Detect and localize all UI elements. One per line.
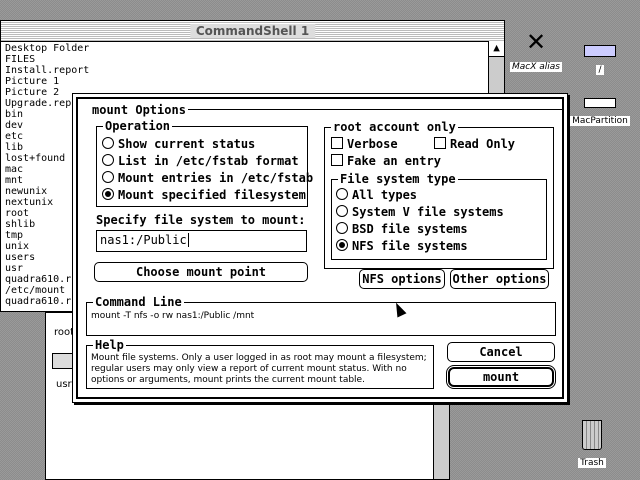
radio-system-v[interactable] [336,205,348,217]
choose-mount-point-button[interactable]: Choose mount point [94,262,308,282]
root-volume-label: / [596,65,604,75]
fake-entry-label: Fake an entry [347,154,441,168]
command-line-title: Command Line [93,295,184,309]
disk-icon [584,45,616,57]
option-label: List in /etc/fstab format [118,154,299,168]
mount-button[interactable]: mount [448,367,554,387]
finder-item-usr[interactable]: usr [56,379,72,390]
operation-option-show-status[interactable]: Show current status [102,137,255,151]
macx-icon: ✕ [525,28,547,56]
specify-filesystem-label: Specify file system to mount: [96,213,306,227]
nfs-options-button[interactable]: NFS options [359,269,445,289]
trash-label: Trash [578,458,606,468]
shell-line: FILES [5,54,36,65]
read-only-label: Read Only [450,137,516,151]
text-cursor [187,233,189,247]
radio-bsd[interactable] [336,222,348,234]
fs-type-sysv[interactable]: System V file systems [336,205,504,219]
radio-list-fstab[interactable] [102,154,114,166]
read-only-checkbox-row[interactable]: Read Only [434,137,515,151]
desktop-icon-macpartition[interactable]: MacPartition [566,98,634,127]
other-options-button[interactable]: Other options [450,269,549,289]
option-label: Show current status [118,137,256,151]
read-only-checkbox[interactable] [434,137,446,149]
radio-all-types[interactable] [336,188,348,200]
radio-mount-entries[interactable] [102,171,114,183]
option-label: Mount specified filesystem [118,188,306,202]
fs-type-title: File system type [338,172,458,186]
shell-line: Desktop Folder [5,43,90,54]
desktop-icon-macx-alias[interactable]: ✕ MacX alias [508,30,564,73]
operation-title: Operation [103,119,173,133]
desktop-icon-trash[interactable]: Trash [574,420,610,469]
macx-alias-label: MacX alias [510,62,562,72]
usr-folder-icon[interactable] [52,353,74,369]
option-label: System V file systems [352,205,504,219]
operation-option-mount-specified[interactable]: Mount specified filesystem [102,188,306,202]
partition-disk-icon [584,98,616,108]
option-label: Mount entries in /etc/fstab [118,171,314,185]
dialog-title: mount Options [90,103,188,117]
command-line-value[interactable]: mount -T nfs -o rw nas1:/Public /mnt [91,311,254,322]
verbose-label: Verbose [347,137,398,151]
macpartition-label: MacPartition [570,116,630,126]
help-text: Mount file systems. Only a user logged i… [91,353,427,385]
cancel-button[interactable]: Cancel [447,342,555,362]
scroll-up-arrow-icon[interactable]: ▲ [489,41,504,57]
help-title: Help [93,338,126,352]
option-label: NFS file systems [352,239,468,253]
fs-type-all[interactable]: All types [336,188,417,202]
trash-icon [582,420,602,450]
option-label: BSD file systems [352,222,468,236]
radio-show-status[interactable] [102,137,114,149]
mount-options-dialog: mount Options Operation Show current sta… [72,93,568,403]
desktop-icon-root-volume[interactable]: / [582,45,618,76]
filesystem-value: nas1:/Public [100,233,187,247]
operation-option-mount-entries[interactable]: Mount entries in /etc/fstab [102,171,313,185]
help-group: Help Mount file systems. Only a user log… [86,338,434,389]
command-line-group: Command Line mount -T nfs -o rw nas1:/Pu… [86,295,556,336]
dialog-title-rule [188,109,563,110]
filesystem-input[interactable]: nas1:/Public [96,230,307,252]
shell-title-bar[interactable]: CommandShell 1 [1,21,504,42]
verbose-checkbox-row[interactable]: Verbose [331,137,398,151]
shell-line: Install.report [5,65,90,76]
verbose-checkbox[interactable] [331,137,343,149]
fs-type-nfs[interactable]: NFS file systems [336,239,468,253]
radio-nfs[interactable] [336,239,348,251]
option-label: All types [352,188,418,202]
fake-entry-checkbox-row[interactable]: Fake an entry [331,154,441,168]
fake-entry-checkbox[interactable] [331,154,343,166]
root-account-title: root account only [331,120,458,134]
shell-line: Picture 1 [5,76,60,87]
fs-type-bsd[interactable]: BSD file systems [336,222,468,236]
radio-mount-specified[interactable] [102,188,114,200]
shell-title: CommandShell 1 [189,24,316,38]
operation-option-list-fstab[interactable]: List in /etc/fstab format [102,154,299,168]
